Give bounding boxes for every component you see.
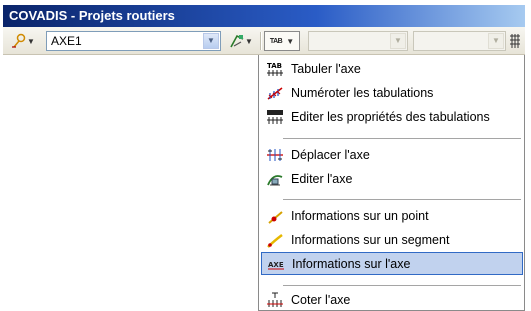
- segment-info-icon: [265, 230, 285, 250]
- axis-style-icon: [230, 34, 244, 48]
- edit-axis-icon: [265, 169, 285, 189]
- chevron-down-icon: ▼: [488, 33, 504, 49]
- menu-item-label: Numéroter les tabulations: [291, 85, 434, 100]
- menu-item-coter-axe[interactable]: Coter l'axe: [261, 288, 523, 311]
- menu-item-label: Tabuler l'axe: [291, 61, 361, 76]
- window-title: COVADIS - Projets routiers: [3, 5, 525, 27]
- tab-icon: TAB: [265, 59, 285, 79]
- number-tabs-icon: [265, 83, 285, 103]
- axis-style-button[interactable]: ▼: [226, 31, 256, 51]
- menu-item-informations-axe[interactable]: AXE Informations sur l'axe: [261, 252, 523, 275]
- disabled-combo-2: ▼: [413, 31, 506, 51]
- disabled-combo-1: ▼: [308, 31, 408, 51]
- grid-icon: [510, 34, 520, 48]
- move-axis-icon: [265, 145, 285, 165]
- chevron-down-icon: ▼: [286, 36, 295, 46]
- point-info-icon: [265, 206, 285, 226]
- menu-item-editer-axe[interactable]: Editer l'axe: [261, 167, 523, 190]
- grid-tool-button[interactable]: [506, 31, 524, 51]
- axis-info-icon: AXE: [266, 254, 286, 274]
- menu-item-label: Editer les propriétés des tabulations: [291, 109, 490, 124]
- chevron-down-icon: ▼: [27, 36, 35, 46]
- tab-dropdown-menu: TAB Tabuler l'axe Numéroter les tabulati…: [258, 55, 525, 311]
- chevron-down-icon: ▼: [245, 36, 253, 46]
- menu-item-informations-segment[interactable]: Informations sur un segment: [261, 228, 523, 251]
- chevron-down-icon: ▼: [390, 33, 406, 49]
- menu-item-label: Coter l'axe: [291, 292, 351, 307]
- menu-item-deplacer-axe[interactable]: Déplacer l'axe: [261, 143, 523, 166]
- menu-item-label: Informations sur un point: [291, 208, 429, 223]
- menu-item-informations-point[interactable]: Informations sur un point: [261, 204, 523, 227]
- toolbar-separator: [260, 32, 262, 50]
- menu-item-label: Déplacer l'axe: [291, 147, 370, 162]
- axis-combo-dropdown[interactable]: ▼: [203, 33, 219, 49]
- svg-text:TAB: TAB: [267, 62, 282, 70]
- point-pick-icon: [12, 33, 26, 48]
- tab-icon: TAB: [269, 37, 283, 45]
- menu-separator: [283, 138, 521, 139]
- menu-item-label: Informations sur l'axe: [292, 256, 411, 271]
- dimension-axis-icon: [265, 290, 285, 310]
- point-tool-button[interactable]: ▼: [9, 31, 37, 51]
- toolbar: ▼ AXE1 ▼ ▼ TAB ▼ ▼ ▼: [3, 27, 525, 55]
- svg-text:AXE: AXE: [268, 261, 284, 269]
- menu-separator: [283, 199, 521, 200]
- menu-item-numeroter-tabulations[interactable]: Numéroter les tabulations: [261, 81, 523, 104]
- menu-item-label: Informations sur un segment: [291, 232, 450, 247]
- menu-item-editer-proprietes-tabulations[interactable]: Editer les propriétés des tabulations: [261, 105, 523, 128]
- menu-separator: [283, 285, 521, 286]
- menu-item-tabuler-axe[interactable]: TAB Tabuler l'axe: [261, 57, 523, 80]
- menu-item-label: Editer l'axe: [291, 171, 353, 186]
- tab-menu-button[interactable]: TAB ▼: [264, 31, 300, 51]
- axis-combo[interactable]: AXE1 ▼: [46, 31, 221, 51]
- tab-properties-icon: [265, 107, 285, 127]
- axis-combo-value: AXE1: [51, 34, 82, 48]
